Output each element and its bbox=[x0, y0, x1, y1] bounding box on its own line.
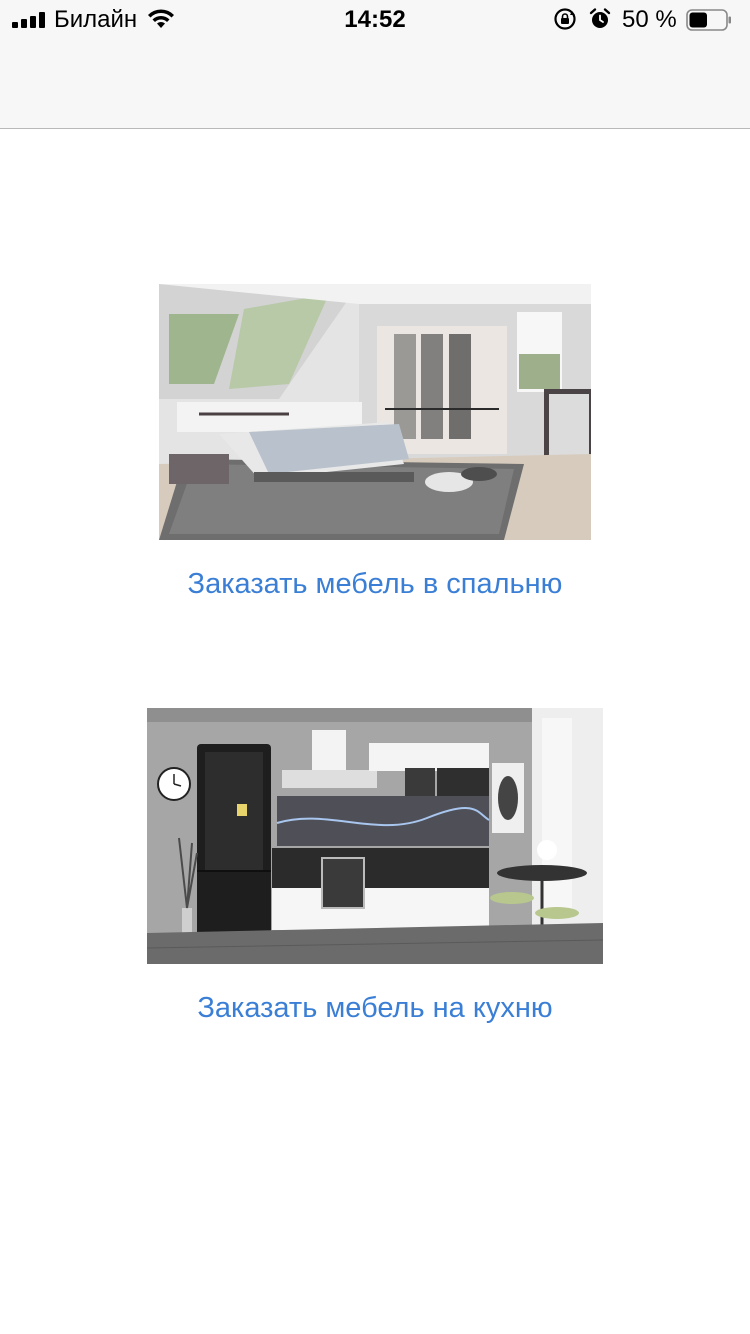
rotation-lock-icon bbox=[554, 8, 576, 30]
bedroom-photo[interactable] bbox=[159, 284, 591, 540]
navigation-bar: Билайн 14:52 50 % bbox=[0, 0, 750, 129]
battery-percentage: 50 % bbox=[622, 6, 677, 33]
kitchen-photo[interactable] bbox=[147, 708, 603, 964]
bedroom-card: Заказать мебель в спальню bbox=[0, 284, 750, 601]
kitchen-card: Заказать мебель на кухню bbox=[0, 708, 750, 1025]
battery-icon bbox=[686, 9, 731, 31]
alarm-icon bbox=[589, 8, 611, 28]
order-bedroom-furniture-link[interactable]: Заказать мебель в спальню bbox=[0, 568, 750, 601]
status-bar: Билайн 14:52 50 % bbox=[0, 0, 750, 40]
order-kitchen-furniture-link[interactable]: Заказать мебель на кухню bbox=[0, 992, 750, 1025]
